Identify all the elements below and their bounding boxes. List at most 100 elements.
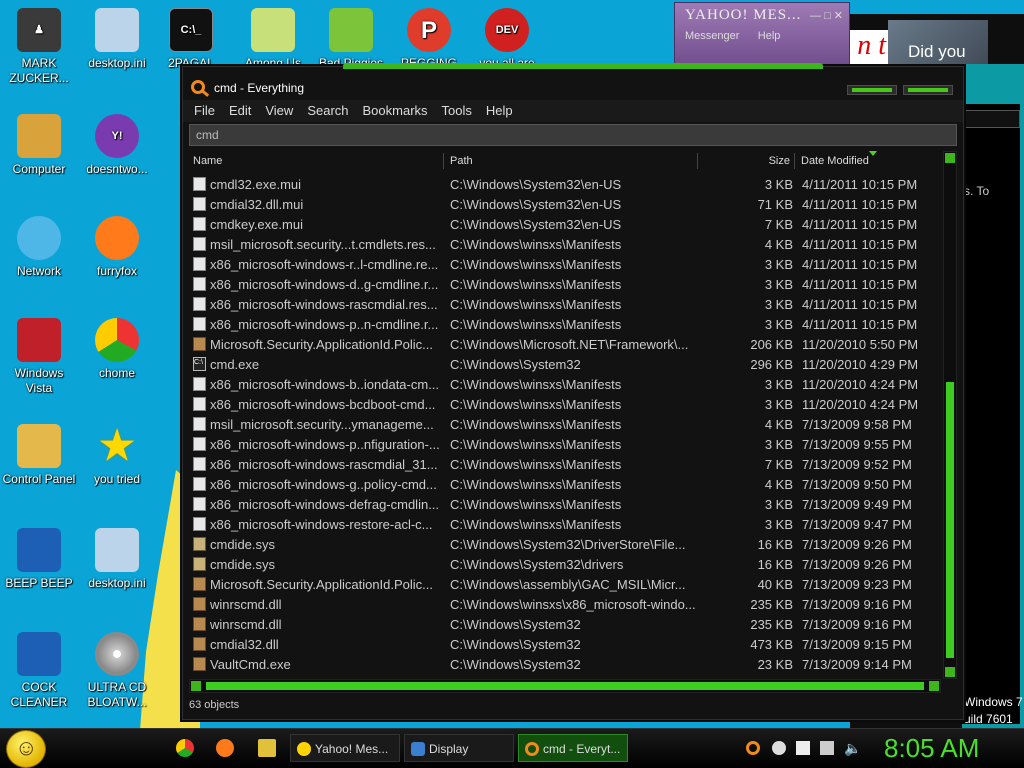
table-row[interactable]: cmdial32.dll C:\Windows\System32 473 KB 7/1… (189, 634, 941, 654)
table-row[interactable]: winrscmd.dll C:\Windows\winsxs\x86_micros… (189, 594, 941, 614)
menu-view[interactable]: View (264, 100, 300, 122)
table-row[interactable]: x86_microsoft-windows-p..nfiguration-...… (189, 434, 941, 454)
table-row[interactable]: Microsoft.Security.ApplicationId.Polic..… (189, 574, 941, 594)
taskbar-everything[interactable]: cmd - Everyt... (518, 734, 628, 762)
menu-search[interactable]: Search (306, 100, 355, 122)
menu-bookmarks[interactable]: Bookmarks (362, 100, 435, 122)
taskbar-display[interactable]: Display (404, 734, 514, 762)
chrome-icon[interactable] (176, 739, 194, 757)
table-row[interactable]: x86_microsoft-windows-b..iondata-cm... C:… (189, 374, 941, 394)
table-row[interactable]: x86_microsoft-windows-restore-acl-c... C:… (189, 514, 941, 534)
table-row[interactable]: msil_microsoft.security...t.cmdlets.res.… (189, 234, 941, 254)
desktop-icon-control-panel[interactable]: Control Panel (0, 424, 78, 487)
status-bar-text: 63 objects (189, 699, 240, 711)
table-row[interactable]: cmdl32.exe.mui C:\Windows\System32\en-US 3… (189, 174, 941, 194)
background-search-box[interactable] (960, 110, 1020, 128)
close-button[interactable] (903, 85, 953, 95)
menu-help[interactable]: Help (758, 30, 781, 42)
desktop-icon-network[interactable]: Network (0, 216, 78, 279)
title-bar[interactable]: cmd - Everything (183, 73, 963, 103)
scroll-down-arrow-icon[interactable] (945, 667, 955, 677)
firefox-icon[interactable] (216, 739, 234, 757)
messenger-tray-icon[interactable] (772, 741, 786, 755)
taskbar-yahoo-messenger[interactable]: Yahoo! Mes... (290, 734, 400, 762)
desktop-icon-2pagal[interactable]: C:\_ 2PAGAL (156, 8, 226, 71)
settings-file-icon (95, 8, 139, 52)
table-row[interactable]: x86_microsoft-windows-rascmdial_31... C:\… (189, 454, 941, 474)
desktop-icon-cock-cleaner[interactable]: COCK CLEANER (0, 632, 78, 710)
scroll-up-arrow-icon[interactable] (945, 153, 955, 163)
everything-window[interactable]: cmd - Everything File Edit View Search B… (182, 63, 964, 720)
window-controls[interactable]: — □ ✕ (810, 9, 843, 22)
table-row[interactable]: Microsoft.Security.ApplicationId.Polic..… (189, 334, 941, 354)
table-row[interactable]: cmd.exe C:\Windows\System32 296 KB 11/20/20… (189, 354, 941, 374)
desktop-icon-desktop-ini-2[interactable]: desktop.ini (78, 528, 156, 591)
table-row[interactable]: winrscmd.dll C:\Windows\System32 235 KB 7/1… (189, 614, 941, 634)
search-input[interactable]: cmd (189, 124, 957, 146)
vertical-scrollbar[interactable] (943, 151, 957, 679)
file-name: msil_microsoft.security...t.cmdlets.res.… (210, 237, 436, 252)
column-size[interactable]: Size (700, 153, 795, 169)
table-row[interactable]: cmdide.sys C:\Windows\System32\DriverStor… (189, 534, 941, 554)
minimize-button[interactable] (847, 85, 897, 95)
table-row[interactable]: cmdkey.exe.mui C:\Windows\System32\en-US 7… (189, 214, 941, 234)
table-row[interactable]: x86_microsoft-windows-bcdboot-cmd... C:\W… (189, 394, 941, 414)
file-date: 4/11/2011 10:15 PM (802, 257, 918, 272)
desktop-icon-mark-zuckerberg[interactable]: ♟ MARK ZUCKER... (0, 8, 78, 86)
scroll-right-arrow-icon[interactable] (929, 681, 939, 691)
desktop-icon-doesntwo[interactable]: Y! doesntwo... (78, 114, 156, 177)
desktop-icon-windows-vista[interactable]: Windows Vista (0, 318, 78, 396)
horizontal-scrollbar[interactable] (189, 679, 941, 693)
table-row[interactable]: msil_microsoft.security...ymanageme... C:… (189, 414, 941, 434)
menu-edit[interactable]: Edit (228, 100, 258, 122)
menu-tools[interactable]: Tools (441, 100, 479, 122)
file-path: C:\Windows\winsxs\Manifests (450, 477, 622, 492)
file-file-icon (193, 257, 206, 271)
volume-icon[interactable]: 🔈 (844, 741, 861, 755)
folder-icon[interactable] (258, 739, 276, 757)
file-file-icon (193, 437, 206, 451)
menu-messenger[interactable]: Messenger (685, 30, 739, 42)
window-glow (343, 63, 823, 69)
file-path: C:\Windows\winsxs\Manifests (450, 397, 622, 412)
desktop-icon-among-us[interactable]: Among Us (234, 8, 312, 71)
file-size: 235 KB (750, 597, 793, 612)
desktop-icon-furryfox[interactable]: furryfox (78, 216, 156, 279)
file-date: 4/11/2011 10:15 PM (802, 297, 918, 312)
desktop-icon-computer[interactable]: Computer (0, 114, 78, 177)
menu-help[interactable]: Help (485, 100, 520, 122)
desktop-icon-you-all-are[interactable]: DEV you all are (468, 8, 546, 71)
desktop-icon-bad-piggies[interactable]: Bad Piggies (312, 8, 390, 71)
yahoo-messenger-window[interactable]: YAHOO! MES... Messenger Help — □ ✕ (674, 2, 850, 68)
start-button[interactable] (6, 730, 46, 768)
horizontal-scroll-thumb[interactable] (206, 682, 924, 690)
table-row[interactable]: cmdial32.dll.mui C:\Windows\System32\en-U… (189, 194, 941, 214)
table-row[interactable]: x86_microsoft-windows-rascmdial.res... C:… (189, 294, 941, 314)
file-date: 7/13/2009 9:26 PM (802, 557, 912, 572)
column-name[interactable]: Name (189, 153, 444, 169)
desktop-icon-pegging[interactable]: P PEGGING (390, 8, 468, 71)
table-row[interactable]: VaultCmd.exe C:\Windows\System32 23 KB 7/13… (189, 654, 941, 674)
table-row[interactable]: x86_microsoft-windows-g..policy-cmd... C:… (189, 474, 941, 494)
file-size: 71 KB (757, 197, 793, 212)
desktop-icon-ultra-cd[interactable]: ULTRA CD BLOATW... (78, 632, 156, 710)
file-path: C:\Windows\winsxs\Manifests (450, 237, 622, 252)
table-row[interactable]: x86_microsoft-windows-p..n-cmdline.r... C… (189, 314, 941, 334)
action-center-flag-icon[interactable] (796, 741, 810, 755)
menu-file[interactable]: File (193, 100, 222, 122)
everything-tray-icon[interactable] (746, 741, 760, 755)
desktop-icon-chome[interactable]: chome (78, 318, 156, 381)
desktop-icon-beep-beep[interactable]: BEEP BEEP (0, 528, 78, 591)
desktop-icon-desktop-ini-1[interactable]: desktop.ini (78, 8, 156, 71)
vertical-scroll-thumb[interactable] (946, 382, 954, 658)
network-tray-icon[interactable] (820, 741, 834, 755)
scroll-left-arrow-icon[interactable] (191, 681, 201, 691)
table-row[interactable]: cmdide.sys C:\Windows\System32\drivers 16 … (189, 554, 941, 574)
desktop-icon-label: chome (98, 366, 136, 380)
clock[interactable]: 8:05 AM (884, 733, 979, 764)
table-row[interactable]: x86_microsoft-windows-defrag-cmdlin... C:… (189, 494, 941, 514)
table-row[interactable]: x86_microsoft-windows-d..g-cmdline.r... C… (189, 274, 941, 294)
table-row[interactable]: x86_microsoft-windows-r..l-cmdline.re...… (189, 254, 941, 274)
column-path[interactable]: Path (446, 153, 698, 169)
desktop-icon-you-tried[interactable]: ★ you tried (78, 424, 156, 487)
